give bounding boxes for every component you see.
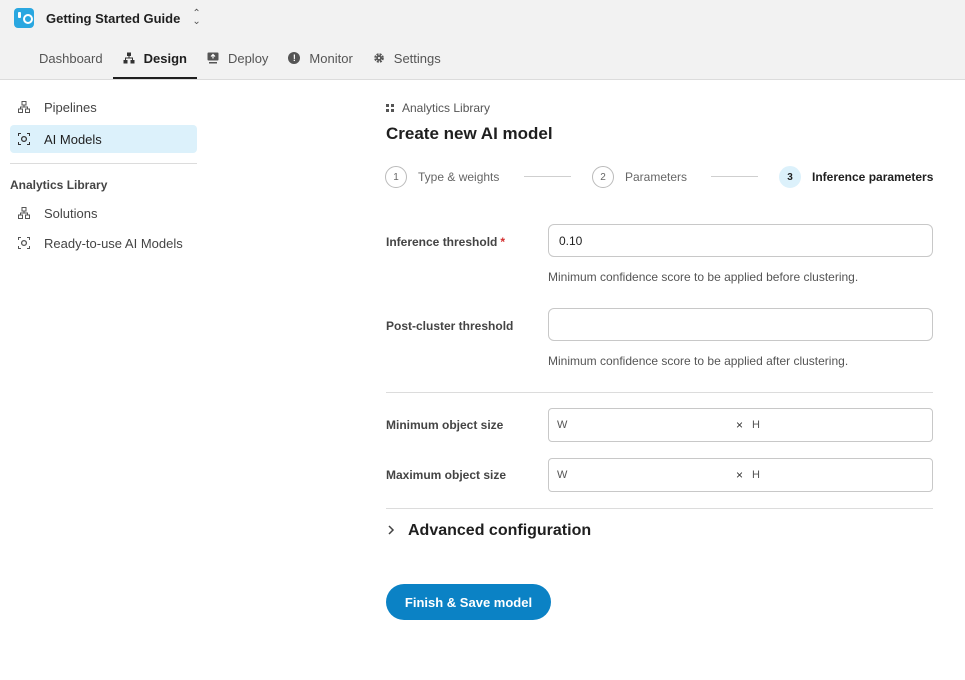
sidebar-item-label: Ready-to-use AI Models <box>44 235 183 251</box>
section-divider <box>386 392 933 393</box>
field-label-text: Inference threshold <box>386 235 498 249</box>
ai-model-icon <box>18 237 30 249</box>
post-cluster-threshold-label: Post-cluster threshold <box>386 319 514 333</box>
inference-threshold-input[interactable]: 0.10 <box>548 224 933 257</box>
step-label: Type & weights <box>418 170 500 184</box>
pipeline-icon <box>18 207 30 219</box>
height-placeholder[interactable]: H <box>752 469 760 481</box>
app-logo-icon <box>14 8 34 28</box>
advanced-configuration-label: Advanced configuration <box>408 522 592 539</box>
tab-monitor[interactable]: ! Monitor <box>278 38 362 78</box>
sidebar-item-ready-to-use-ai-models[interactable]: Ready-to-use AI Models <box>10 229 197 257</box>
tab-settings[interactable]: Settings <box>363 38 451 78</box>
inference-threshold-label: Inference threshold * <box>386 235 505 249</box>
sidebar-item-label: AI Models <box>44 131 102 147</box>
library-icon <box>386 104 394 112</box>
sidebar-item-solutions[interactable]: Solutions <box>10 199 197 227</box>
top-header: Getting Started Guide ⌃ ⌄ Dashboard Desig… <box>0 0 965 80</box>
dashboard-icon <box>18 52 30 64</box>
step-connector <box>524 176 571 177</box>
tab-label: Design <box>143 50 187 66</box>
settings-icon <box>373 52 385 64</box>
post-cluster-threshold-input[interactable] <box>548 308 933 341</box>
post-cluster-threshold-hint: Minimum confidence score to be applied a… <box>548 354 849 368</box>
width-placeholder[interactable]: W <box>557 469 567 481</box>
step-number: 2 <box>592 166 614 188</box>
design-icon <box>123 52 135 64</box>
breadcrumb-label: Analytics Library <box>402 101 491 115</box>
step-parameters[interactable]: 2 Parameters <box>592 166 687 188</box>
step-number: 3 <box>779 166 801 188</box>
section-divider <box>386 508 933 509</box>
finish-save-model-button[interactable]: Finish & Save model <box>386 584 551 620</box>
step-label: Parameters <box>625 170 688 184</box>
sidebar-item-pipelines[interactable]: Pipelines <box>10 93 197 121</box>
step-connector <box>711 176 758 177</box>
sidebar-section-title: Analytics Library <box>10 178 108 192</box>
main-nav: Dashboard Design Deploy ! Monitor Settin… <box>8 38 451 80</box>
monitor-icon: ! <box>288 52 301 64</box>
advanced-configuration-toggle[interactable]: Advanced configuration <box>386 522 591 540</box>
sidebar-divider <box>10 163 197 164</box>
pipeline-icon <box>18 101 30 113</box>
inference-threshold-hint: Minimum confidence score to be applied b… <box>548 270 859 284</box>
sidebar-item-ai-models[interactable]: AI Models <box>10 125 197 153</box>
tab-label: Settings <box>393 50 441 66</box>
min-object-size-input[interactable]: W × H <box>548 408 933 442</box>
times-icon: × <box>736 468 744 482</box>
tab-design[interactable]: Design <box>112 38 198 79</box>
sidebar-item-label: Pipelines <box>44 99 97 115</box>
max-object-size-input[interactable]: W × H <box>548 458 933 492</box>
tab-dashboard[interactable]: Dashboard <box>8 38 113 78</box>
tab-label: Deploy <box>227 50 269 66</box>
ai-model-icon <box>18 133 30 145</box>
deploy-icon <box>207 52 219 64</box>
tab-label: Monitor <box>309 50 353 66</box>
height-placeholder[interactable]: H <box>752 419 760 431</box>
page-title: Create new AI model <box>386 124 553 143</box>
sidebar-item-label: Solutions <box>44 205 98 221</box>
app-switcher[interactable]: Getting Started Guide ⌃ ⌄ <box>14 8 201 28</box>
sidebar: Pipelines AI Models Analytics Library So… <box>0 80 205 680</box>
min-object-size-label: Minimum object size <box>386 418 504 432</box>
app-title: Getting Started Guide <box>46 10 181 26</box>
times-icon: × <box>736 418 744 432</box>
step-type-weights[interactable]: 1 Type & weights <box>385 166 499 188</box>
tab-label: Dashboard <box>39 50 103 66</box>
width-placeholder[interactable]: W <box>557 419 567 431</box>
tab-deploy[interactable]: Deploy <box>197 38 278 78</box>
step-number: 1 <box>385 166 407 188</box>
breadcrumb[interactable]: Analytics Library <box>386 101 490 115</box>
chevron-up-down-icon[interactable]: ⌃ ⌄ <box>192 9 200 27</box>
step-label: Inference parameters <box>812 170 934 184</box>
max-object-size-label: Maximum object size <box>386 468 507 482</box>
required-mark: * <box>500 235 506 249</box>
chevron-right-icon <box>386 523 408 539</box>
step-inference-parameters[interactable]: 3 Inference parameters <box>779 166 933 188</box>
